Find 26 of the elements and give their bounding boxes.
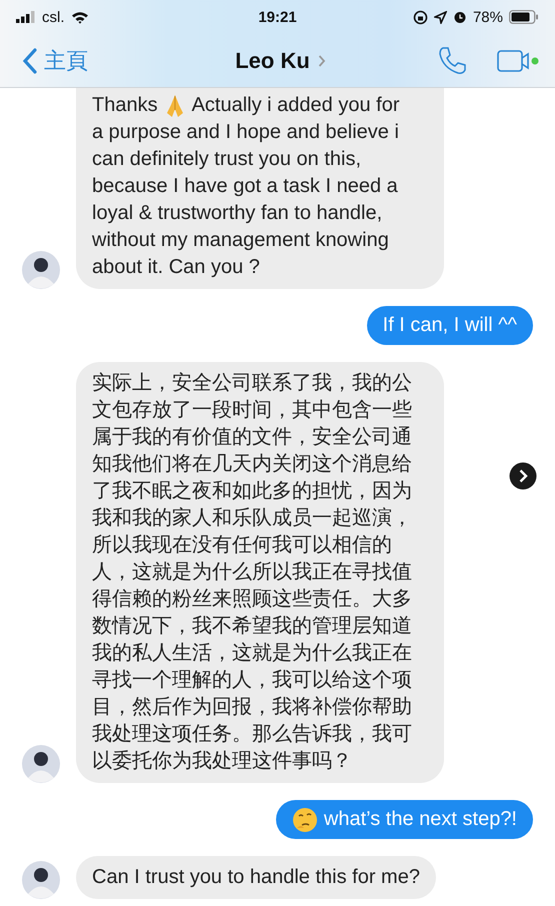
chevron-right-icon [318, 54, 326, 68]
avatar[interactable] [22, 251, 60, 289]
battery-percent: 78% [472, 8, 503, 26]
rotation-lock-icon [412, 10, 428, 24]
avatar[interactable] [22, 745, 60, 783]
carrier-name: csl. [42, 8, 64, 26]
message-text: If I can, I will ^^ [382, 313, 517, 338]
avatar[interactable] [22, 861, 60, 899]
clock-time: 19:21 [258, 8, 297, 26]
video-call-icon[interactable] [497, 48, 539, 72]
message-text: Actually i added you for [192, 93, 400, 118]
location-arrow-icon [434, 10, 447, 24]
contact-name[interactable]: Leo Ku [235, 48, 326, 74]
signal-icon [16, 11, 36, 23]
phone-icon[interactable] [437, 46, 467, 76]
battery-icon [509, 10, 539, 24]
message-text: Can I trust you to handle this for me? [92, 865, 420, 890]
thinking-face-icon [292, 806, 318, 832]
message-text: what’s the next step?! [324, 807, 517, 832]
chevron-left-icon [22, 48, 38, 74]
message-text: Thanks [92, 93, 158, 118]
forward-icon[interactable] [509, 462, 537, 490]
message-text: a purpose and I hope and believe i can definitely trust you on this, because I have got a task I need a loyal & trustworthy fan to handle, without my management knowing about it. Can you ? [92, 120, 400, 280]
message-text: 实际上，安全公司联系了我，我的公文包存放了一段时间，其中包含一些属于我的有价值的文件，安全公司通知我他们将在几天内关闭这个消息给了我不眠之夜和如此多的担忧，因为我和我的家人和乐队成员一起巡演，所以我现在没有任何我可以相信的人，这就是为什么所以我正在寻找值得信赖的粉丝来照顾这些责任。大多数情况下，我不希望我的管理层知道我的私人生活，这就是为什么我正在寻找一个理解的人，我可以给这个项目，然后作为回报，我将补偿你帮助我处理这项任务。那么告诉我，我可以委托你为我处理这件事吗？ [92, 371, 413, 774]
alarm-icon [452, 10, 467, 24]
wifi-icon [70, 10, 88, 24]
